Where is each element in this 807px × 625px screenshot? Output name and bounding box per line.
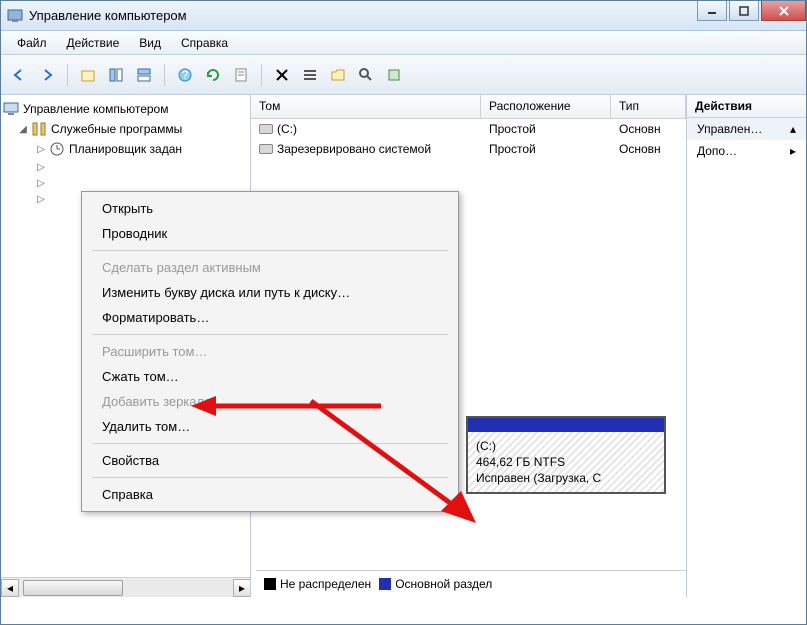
legend-primary: Основной раздел	[379, 577, 492, 591]
horizontal-scrollbar[interactable]: ◂ ▸	[1, 577, 251, 597]
ctx-delete[interactable]: Удалить том…	[84, 414, 456, 439]
actions-header: Действия	[687, 95, 806, 118]
separator-icon	[67, 64, 68, 86]
disk-partition-panel[interactable]: (C:) 464,62 ГБ NTFS Исправен (Загрузка, …	[466, 416, 666, 494]
minimize-button[interactable]	[697, 1, 727, 21]
ctx-help[interactable]: Справка	[84, 482, 456, 507]
column-header-tip[interactable]: Тип	[611, 95, 686, 118]
separator-icon	[261, 64, 262, 86]
swatch-icon	[264, 578, 276, 590]
partition-header	[468, 418, 664, 432]
context-menu: Открыть Проводник Сделать раздел активны…	[81, 191, 459, 512]
partition-body: (C:) 464,62 ГБ NTFS Исправен (Загрузка, …	[468, 432, 664, 492]
tree-root[interactable]: Управление компьютером	[1, 99, 250, 119]
pane-button-1[interactable]	[104, 63, 128, 87]
scroll-thumb[interactable]	[23, 580, 123, 596]
actions-row-more[interactable]: Допо… ▸	[687, 140, 806, 162]
ctx-format[interactable]: Форматировать…	[84, 305, 456, 330]
grid-header: Том Расположение Тип	[251, 95, 686, 119]
wrench-icon	[31, 121, 47, 137]
actions-row-manage[interactable]: Управлен… ▴	[687, 118, 806, 140]
close-button[interactable]	[761, 1, 806, 21]
legend-unallocated: Не распределен	[264, 577, 371, 591]
scroll-right-button[interactable]: ▸	[233, 579, 251, 597]
scroll-left-button[interactable]: ◂	[1, 579, 19, 597]
swatch-icon	[379, 578, 391, 590]
delete-button[interactable]	[270, 63, 294, 87]
ctx-add-mirror: Добавить зеркало…	[84, 389, 456, 414]
column-header-tom[interactable]: Том	[251, 95, 481, 118]
partition-status: Исправен (Загрузка, С	[476, 470, 656, 486]
computer-icon	[3, 101, 19, 117]
ctx-shrink[interactable]: Сжать том…	[84, 364, 456, 389]
expand-icon[interactable]: ▷	[35, 161, 47, 173]
separator-icon	[164, 64, 165, 86]
ctx-open[interactable]: Открыть	[84, 196, 456, 221]
menu-file[interactable]: Файл	[7, 33, 57, 53]
expand-icon[interactable]: ▷	[35, 177, 47, 189]
maximize-button[interactable]	[729, 1, 759, 21]
settings-button[interactable]	[382, 63, 406, 87]
partition-size: 464,62 ГБ NTFS	[476, 454, 656, 470]
ctx-explorer[interactable]: Проводник	[84, 221, 456, 246]
window-controls	[697, 1, 806, 21]
app-window: Управление компьютером Файл Действие Вид…	[0, 0, 807, 625]
back-button[interactable]	[7, 63, 31, 87]
app-icon	[7, 8, 23, 24]
actions-pane: Действия Управлен… ▴ Допо… ▸	[686, 95, 806, 597]
menu-help[interactable]: Справка	[171, 33, 238, 53]
tree-utilities[interactable]: ◢ Служебные программы	[1, 119, 250, 139]
forward-button[interactable]	[35, 63, 59, 87]
pane-button-2[interactable]	[132, 63, 156, 87]
tree-item[interactable]: ▷	[1, 159, 250, 175]
ctx-change-letter[interactable]: Изменить букву диска или путь к диску…	[84, 280, 456, 305]
menu-view[interactable]: Вид	[129, 33, 171, 53]
expand-icon[interactable]: ▷	[35, 193, 47, 205]
titlebar: Управление компьютером	[1, 1, 806, 31]
table-row[interactable]: Зарезервировано системой Простой Основн	[251, 139, 686, 159]
ctx-make-active: Сделать раздел активным	[84, 255, 456, 280]
disk-icon	[259, 124, 273, 134]
tree-scheduler[interactable]: ▷ Планировщик задан	[1, 139, 250, 159]
grid-body: (C:) Простой Основн Зарезервировано сист…	[251, 119, 686, 159]
toolbar: ?	[1, 55, 806, 95]
expand-icon[interactable]: ▷	[35, 143, 47, 155]
separator-icon	[92, 443, 448, 444]
separator-icon	[92, 334, 448, 335]
separator-icon	[92, 250, 448, 251]
menu-action[interactable]: Действие	[57, 33, 130, 53]
clock-icon	[49, 141, 65, 157]
svg-text:?: ?	[182, 68, 189, 82]
menubar: Файл Действие Вид Справка	[1, 31, 806, 55]
open-button[interactable]	[326, 63, 350, 87]
legend: Не распределен Основной раздел	[256, 570, 686, 596]
table-row[interactable]: (C:) Простой Основн	[251, 119, 686, 139]
tree-item[interactable]: ▷	[1, 175, 250, 191]
partition-label: (C:)	[476, 438, 656, 454]
refresh-button[interactable]	[201, 63, 225, 87]
collapse-icon: ▴	[790, 122, 796, 136]
disk-icon	[259, 144, 273, 154]
scroll-track[interactable]	[19, 579, 233, 597]
list-button[interactable]	[298, 63, 322, 87]
separator-icon	[92, 477, 448, 478]
properties-button[interactable]	[229, 63, 253, 87]
collapse-icon[interactable]: ◢	[17, 123, 29, 135]
ctx-properties[interactable]: Свойства	[84, 448, 456, 473]
column-header-rasp[interactable]: Расположение	[481, 95, 611, 118]
window-title: Управление компьютером	[29, 8, 800, 23]
help-button[interactable]: ?	[173, 63, 197, 87]
submenu-icon: ▸	[790, 144, 796, 158]
ctx-extend: Расширить том…	[84, 339, 456, 364]
up-button[interactable]	[76, 63, 100, 87]
search-button[interactable]	[354, 63, 378, 87]
